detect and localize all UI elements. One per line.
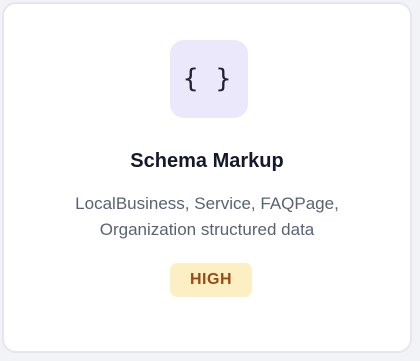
priority-badge: HIGH xyxy=(170,263,252,297)
code-braces-icon: { } xyxy=(182,64,236,94)
feature-card: { } Schema Markup LocalBusiness, Service… xyxy=(2,2,412,353)
card-title: Schema Markup xyxy=(130,150,284,172)
description-line-1: LocalBusiness, Service, FAQPage, xyxy=(75,194,339,213)
card-description: LocalBusiness, Service, FAQPage, Organiz… xyxy=(28,191,386,243)
description-line-2: Organization structured data xyxy=(99,220,315,239)
icon-container: { } xyxy=(170,40,248,118)
